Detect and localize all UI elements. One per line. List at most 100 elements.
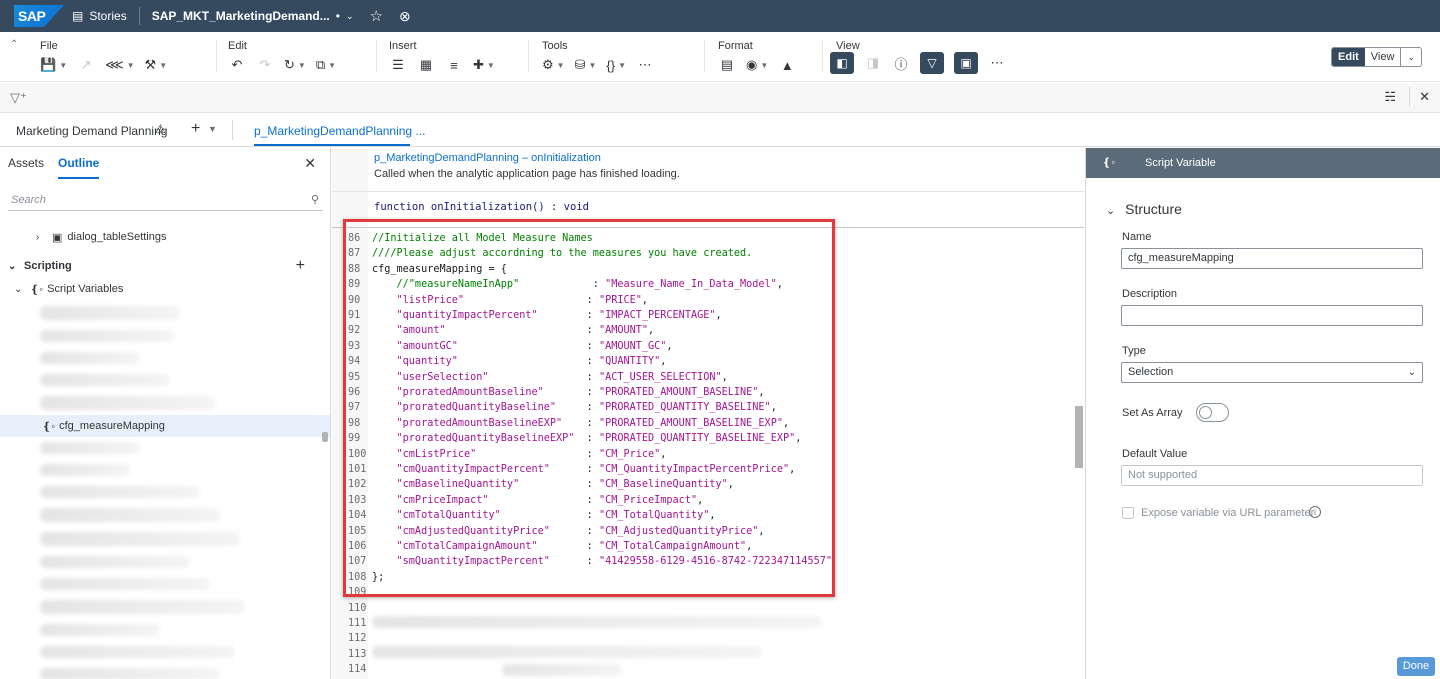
more-vertical-icon[interactable]: ⋮ [327, 406, 330, 418]
sliders-icon: ≡ [450, 57, 458, 73]
edit-label: Edit [228, 40, 247, 52]
insert-table-button[interactable]: ▦ [417, 56, 435, 74]
file-label: File [40, 40, 58, 52]
redacted-item [40, 578, 210, 590]
close-panel-icon[interactable]: ✕ [304, 155, 316, 172]
chevron-right-icon: › [36, 231, 40, 243]
wrench-icon: ⚒ [144, 57, 157, 72]
format-theme-button[interactable]: ◉ ▼ [746, 56, 768, 74]
close-story-button[interactable]: ⊗ [391, 0, 419, 32]
line-number: 114 [348, 664, 367, 676]
code-line[interactable]: 110 [332, 601, 1072, 616]
close-filter-bar-icon[interactable]: ✕ [1419, 89, 1430, 105]
stories-link[interactable]: ▤ Stories [64, 0, 135, 32]
save-icon: 💾 [40, 57, 57, 72]
done-button[interactable]: Done [1397, 657, 1435, 676]
default-value-input[interactable]: Not supported [1121, 465, 1423, 486]
set-as-array-toggle[interactable] [1196, 403, 1229, 422]
view-more-button[interactable]: ⋯ [988, 54, 1006, 72]
code-line[interactable]: 112 [332, 631, 1072, 646]
close-circle-icon: ⊗ [398, 7, 411, 24]
star-icon: ☆ [369, 8, 383, 25]
comments-toggle[interactable]: ▣ [954, 52, 978, 74]
mode-dropdown-button[interactable]: ⌄ [1400, 48, 1421, 66]
plus-icon: ✚ [473, 57, 484, 72]
redo-button[interactable]: ↷ [256, 56, 274, 74]
toolbar-separator [704, 40, 705, 72]
scrollbar[interactable] [322, 432, 328, 442]
tab-separator [232, 120, 233, 140]
redacted-item [40, 556, 190, 568]
tree-item-cfg-measure-mapping[interactable]: ❴◦ cfg_measureMapping [0, 415, 330, 437]
refresh-icon: ↻ [284, 57, 295, 72]
story-title: SAP_MKT_MarketingDemand... [151, 9, 330, 23]
info-icon[interactable]: i [1309, 506, 1321, 518]
tree-item-script-variables[interactable]: ⌄ ❴◦ Script Variables [0, 278, 330, 300]
tree-item-dialog[interactable]: › ▣ dialog_tableSettings [0, 226, 330, 248]
line-number: 110 [348, 602, 367, 614]
tools-settings-button[interactable]: ⚙ ▼ [542, 56, 565, 74]
insert-add-button[interactable]: ✚ ▼ [473, 56, 495, 74]
collapse-toolbar-icon[interactable]: ⌃ [10, 39, 18, 50]
tools-more-button[interactable]: ⋯ [636, 56, 654, 74]
tools-data-button[interactable]: ⛁ ▼ [575, 56, 597, 74]
tools-wrench-button[interactable]: ⚒ ▼ [145, 56, 168, 74]
copy-button[interactable]: ⧉ ▼ [316, 56, 336, 74]
edit-mode-button[interactable]: Edit [1332, 48, 1365, 66]
favorite-button[interactable]: ☆ [362, 0, 391, 32]
insert-filter-button[interactable]: ≡ [445, 56, 463, 74]
sap-logo[interactable]: SAP [14, 5, 64, 27]
filter-bar-toggle[interactable]: ▽ [920, 52, 944, 74]
outline-search-input[interactable]: Search ⚲ [8, 191, 323, 211]
add-script-button[interactable]: + [296, 257, 305, 275]
tab-marketing-demand-planning[interactable]: Marketing Demand Planning [16, 124, 167, 138]
add-page-button[interactable]: + [191, 120, 200, 138]
tools-script-button[interactable]: {} ▼ [606, 56, 626, 74]
share-button[interactable]: ⋘ ▼ [105, 56, 134, 74]
format-layout-button[interactable]: ▤ [718, 56, 736, 74]
redacted-item [40, 668, 220, 679]
tree-item-label: dialog_tableSettings [67, 231, 167, 243]
story-title-menu[interactable]: SAP_MKT_MarketingDemand... • ⌄ [144, 0, 362, 32]
insert-chart-button[interactable]: ☰ [389, 56, 407, 74]
tab-assets[interactable]: Assets [8, 156, 44, 179]
tab-outline[interactable]: Outline [58, 156, 100, 179]
save-button[interactable]: 💾 ▼ [40, 56, 67, 74]
undo-button[interactable]: ↶ [228, 56, 246, 74]
undo-icon: ↶ [231, 57, 243, 72]
edit-view-switch: Edit View ⌄ [1331, 47, 1422, 67]
description-input[interactable] [1121, 305, 1423, 326]
warning-icon: ⚠ [155, 122, 166, 136]
redacted-item [40, 646, 235, 658]
expose-url-checkbox[interactable] [1122, 507, 1134, 519]
left-panel-toggle[interactable]: ◧ [830, 52, 854, 74]
refresh-button[interactable]: ↻ ▼ [284, 56, 306, 74]
filter-settings-icon[interactable]: ☵ [1384, 89, 1396, 105]
view-mode-button[interactable]: View [1365, 48, 1401, 66]
type-select[interactable]: Selection ⌄ [1121, 362, 1423, 383]
tools-label: Tools [542, 40, 568, 52]
tree-item-label: Script Variables [47, 283, 124, 295]
script-editor: p_MarketingDemandPlanning – onInitializa… [332, 148, 1084, 679]
toolbar: ⌃ File 💾 ▼ ↗ ⋘ ▼ ⚒ ▼ Edit ↶ ↷ ↻ ▼ ⧉ ▼ Insert … [0, 32, 1440, 82]
event-title: p_MarketingDemandPlanning – onInitializa… [374, 152, 601, 164]
format-styling-button[interactable]: ▲ [778, 56, 796, 74]
name-input[interactable]: cfg_measureMapping [1121, 248, 1423, 269]
filter-bar: ▽⁺ ☵ ✕ [0, 83, 1440, 113]
search-placeholder: Search [11, 194, 46, 206]
redacted-item [40, 532, 240, 546]
unsaved-dot: • [335, 9, 340, 23]
add-filter-icon[interactable]: ▽⁺ [10, 90, 27, 106]
export-button[interactable]: ↗ [77, 56, 95, 74]
database-icon: ⛁ [574, 57, 586, 72]
scripting-section[interactable]: ⌄ Scripting + [0, 255, 330, 277]
redacted-item [40, 442, 140, 454]
structure-section-toggle[interactable]: ⌄ Structure [1106, 201, 1182, 217]
chevron-down-icon[interactable]: ▼ [208, 124, 217, 134]
filter-separator [1409, 87, 1410, 107]
editor-scrollbar[interactable] [1075, 406, 1083, 468]
tab-script-editor[interactable]: p_MarketingDemandPlanning ... [254, 124, 425, 138]
info-button[interactable]: ⓘ [892, 54, 910, 72]
right-panel-toggle[interactable]: ◨ [864, 54, 882, 72]
code-line[interactable]: 114 [332, 662, 1072, 677]
